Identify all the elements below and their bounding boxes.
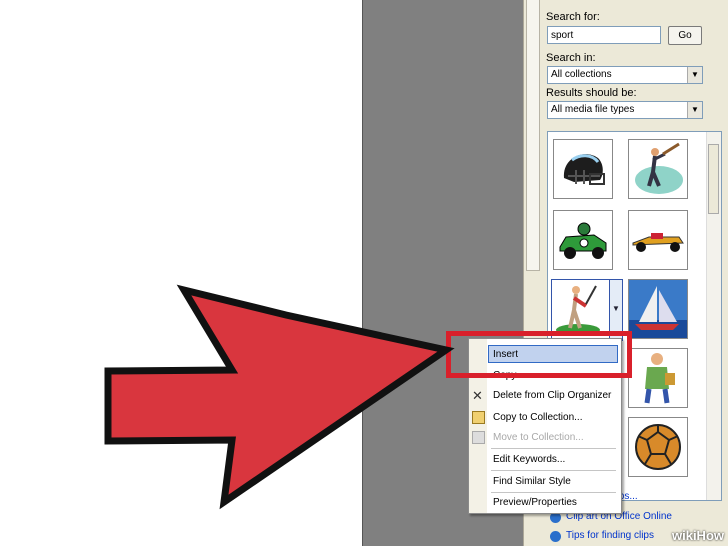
wikihow-watermark: wikiHow (671, 528, 724, 543)
pointer-arrow-icon (104, 284, 455, 510)
